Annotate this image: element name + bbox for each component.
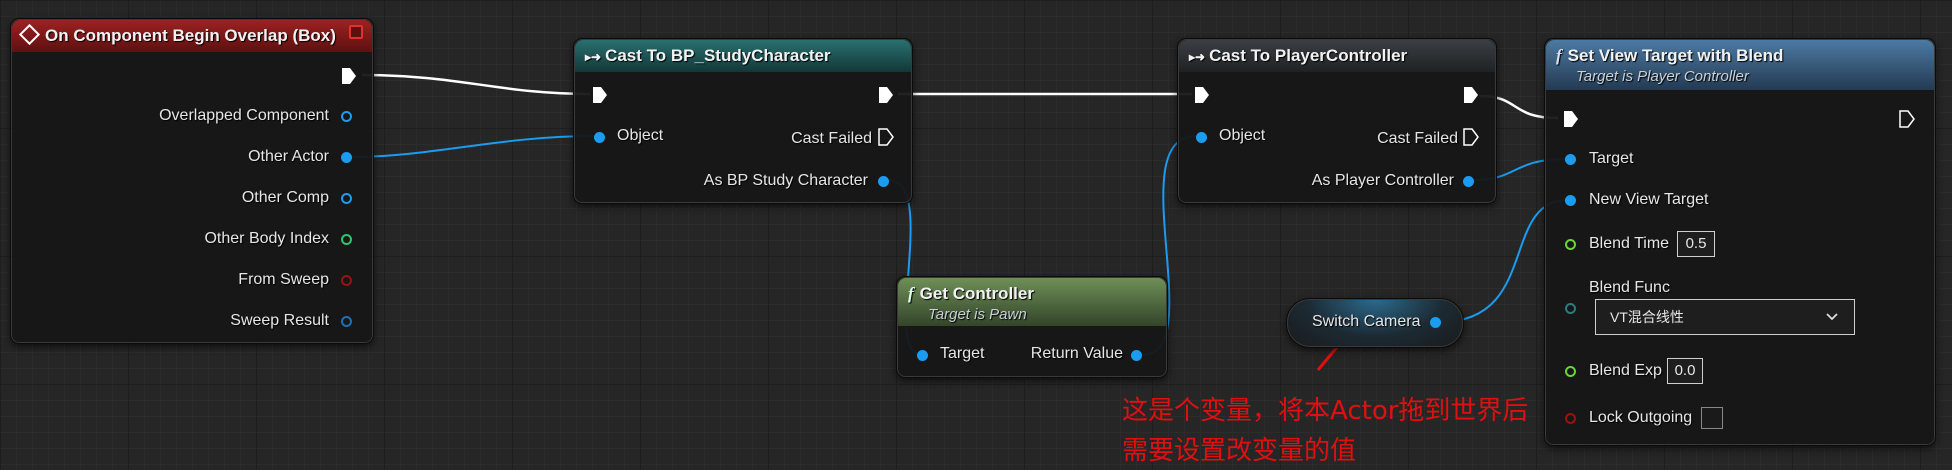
lock-outgoing-pin[interactable] bbox=[1565, 413, 1576, 424]
get-controller-return-pin[interactable] bbox=[1131, 350, 1142, 361]
cast-study-object-pin[interactable] bbox=[594, 132, 605, 143]
set-view-target-title: Set View Target with Blend bbox=[1567, 46, 1784, 65]
cast-study-failed-label: Cast Failed bbox=[791, 130, 872, 147]
set-view-target-exec-in[interactable] bbox=[1563, 110, 1579, 128]
get-controller-node[interactable]: f Get Controller Target is Pawn Target Re… bbox=[896, 276, 1168, 378]
wire-other-actor-to-object bbox=[351, 135, 595, 158]
cast-study-object-label: Object bbox=[617, 127, 664, 144]
cast-study-exec-in[interactable] bbox=[592, 86, 608, 104]
pin-overlapped-component[interactable] bbox=[341, 111, 352, 122]
function-f-icon: f bbox=[1556, 46, 1562, 65]
new-view-target-label: New View Target bbox=[1589, 191, 1709, 208]
lock-outgoing-checkbox[interactable] bbox=[1701, 407, 1723, 429]
pin-other-body-index-label: Other Body Index bbox=[204, 230, 329, 247]
set-view-target-node[interactable]: f Set View Target with Blend Target is Pl… bbox=[1544, 38, 1936, 446]
cast-study-failed-pin[interactable] bbox=[878, 128, 894, 146]
exec-out-pin[interactable] bbox=[341, 67, 357, 85]
set-view-target-target-label: Target bbox=[1589, 150, 1634, 167]
delegate-pin-icon[interactable] bbox=[349, 25, 363, 39]
blend-time-input[interactable]: 0.5 bbox=[1677, 231, 1715, 257]
cast-pc-exec-in[interactable] bbox=[1194, 86, 1210, 104]
pin-other-body-index[interactable] bbox=[341, 234, 352, 245]
pin-other-actor-label: Other Actor bbox=[248, 148, 329, 165]
pin-other-comp[interactable] bbox=[341, 193, 352, 204]
new-view-target-pin[interactable] bbox=[1565, 195, 1576, 206]
set-view-target-header: f Set View Target with Blend Target is Pl… bbox=[1546, 40, 1934, 90]
switch-camera-variable-node[interactable]: Switch Camera bbox=[1286, 298, 1464, 348]
annotation-text-line1: 这是个变量，将本Actor拖到世界后 bbox=[1122, 396, 1529, 426]
event-title: On Component Begin Overlap (Box) bbox=[45, 26, 336, 45]
cast-to-study-character-node[interactable]: ▸➜ Cast To BP_StudyCharacter Object Cast … bbox=[573, 38, 913, 204]
blend-time-pin[interactable] bbox=[1565, 239, 1576, 250]
cast-pc-exec-out[interactable] bbox=[1463, 86, 1479, 104]
event-header: On Component Begin Overlap (Box) bbox=[12, 20, 372, 52]
cast-arrows-icon: ▸➜ bbox=[585, 50, 602, 64]
blend-exp-label: Blend Exp bbox=[1589, 362, 1662, 379]
get-controller-header: f Get Controller Target is Pawn bbox=[898, 278, 1166, 326]
blend-func-dropdown[interactable]: VT混合线性 bbox=[1595, 299, 1855, 335]
get-controller-return-label: Return Value bbox=[1030, 345, 1123, 362]
cast-pc-header: ▸➜ Cast To PlayerController bbox=[1179, 40, 1495, 72]
cast-study-header: ▸➜ Cast To BP_StudyCharacter bbox=[575, 40, 911, 72]
blend-exp-input[interactable]: 0.0 bbox=[1667, 358, 1703, 384]
get-controller-target-label: Target bbox=[940, 345, 985, 362]
pin-other-actor[interactable] bbox=[341, 152, 352, 163]
cast-pc-arrows-icon: ▸➜ bbox=[1189, 50, 1206, 64]
blend-exp-pin[interactable] bbox=[1565, 366, 1576, 377]
cast-study-as-label: As BP Study Character bbox=[703, 172, 868, 189]
exec-wire-overlap-to-cast bbox=[361, 73, 591, 96]
cast-pc-object-pin[interactable] bbox=[1196, 132, 1207, 143]
cast-study-title: Cast To BP_StudyCharacter bbox=[605, 46, 831, 65]
get-controller-subtitle: Target is Pawn bbox=[928, 306, 1027, 323]
blend-func-pin[interactable] bbox=[1565, 303, 1576, 314]
pin-sweep-result[interactable] bbox=[341, 316, 352, 327]
annotation-text-line2: 需要设置改变量的值 bbox=[1122, 436, 1357, 466]
pin-overlapped-component-label: Overlapped Component bbox=[159, 107, 329, 124]
event-begin-overlap-node[interactable]: On Component Begin Overlap (Box) Overlap… bbox=[10, 18, 374, 344]
pin-from-sweep-label: From Sweep bbox=[238, 271, 329, 288]
switch-camera-out-pin[interactable] bbox=[1430, 317, 1441, 328]
get-controller-title: Get Controller bbox=[919, 284, 1034, 303]
pin-other-comp-label: Other Comp bbox=[241, 189, 329, 206]
blend-time-label: Blend Time bbox=[1589, 235, 1670, 252]
lock-outgoing-label: Lock Outgoing bbox=[1589, 409, 1693, 426]
cast-pc-object-label: Object bbox=[1219, 127, 1266, 144]
event-diamond-icon bbox=[18, 23, 41, 46]
set-view-target-target-pin[interactable] bbox=[1565, 154, 1576, 165]
pin-from-sweep[interactable] bbox=[341, 275, 352, 286]
blend-func-label: Blend Func bbox=[1589, 279, 1670, 296]
set-view-target-exec-out[interactable] bbox=[1899, 110, 1915, 128]
chevron-down-icon bbox=[1826, 313, 1838, 321]
cast-pc-failed-label: Cast Failed bbox=[1377, 130, 1458, 147]
cast-pc-failed-pin[interactable] bbox=[1463, 128, 1479, 146]
cast-pc-as-label: As Player Controller bbox=[1311, 172, 1454, 189]
cast-study-as-pin[interactable] bbox=[878, 176, 889, 187]
cast-to-player-controller-node[interactable]: ▸➜ Cast To PlayerController Object Cast F… bbox=[1177, 38, 1497, 204]
cast-study-exec-out[interactable] bbox=[878, 86, 894, 104]
get-controller-target-pin[interactable] bbox=[917, 350, 928, 361]
cast-pc-title: Cast To PlayerController bbox=[1209, 46, 1408, 65]
function-f-icon: f bbox=[908, 284, 914, 303]
switch-camera-label: Switch Camera bbox=[1312, 313, 1421, 330]
set-view-target-subtitle: Target is Player Controller bbox=[1576, 68, 1749, 85]
blend-func-value: VT混合线性 bbox=[1610, 309, 1684, 325]
pin-sweep-result-label: Sweep Result bbox=[230, 312, 329, 329]
cast-pc-as-pin[interactable] bbox=[1463, 176, 1474, 187]
